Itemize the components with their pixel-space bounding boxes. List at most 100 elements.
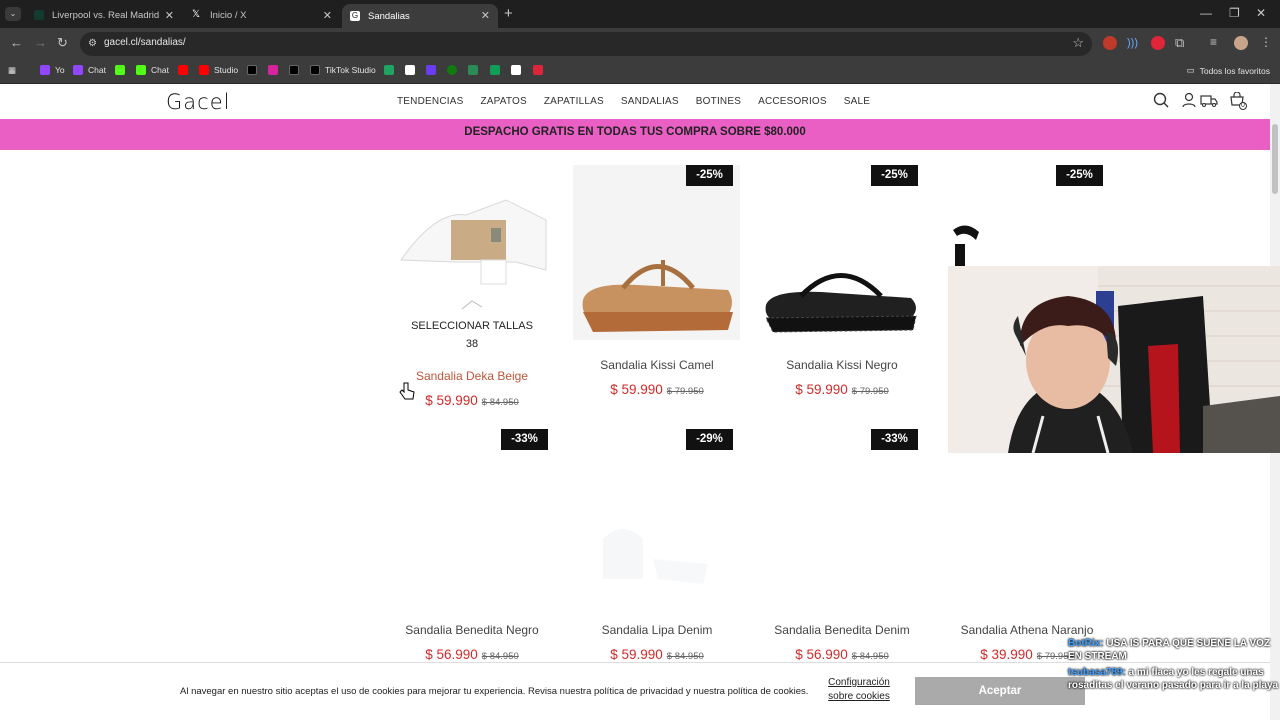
tab-liverpool[interactable]: Liverpool vs. Real Madrid | Disn ✕ <box>26 4 182 26</box>
bookmark-kick[interactable] <box>115 65 130 75</box>
product-card[interactable]: -33% <box>758 429 925 609</box>
browser-toolbar: ← → ↻ ⚙ gacel.cl/sandalias/ ☆ ))) ⧉ ≡ ⋮ <box>0 28 1280 60</box>
close-tab-icon[interactable]: ✕ <box>481 9 490 22</box>
price-current: $ 59.990 <box>610 647 663 662</box>
bookmark-instagram[interactable] <box>268 65 283 75</box>
nav-tendencias[interactable]: TENDENCIAS <box>397 96 463 107</box>
product-name[interactable]: Sandalia Kissi Negro <box>749 358 935 372</box>
bookmark-label: TikTok Studio <box>325 65 376 75</box>
tab-x[interactable]: 𝕏 Inicio / X ✕ <box>184 4 340 26</box>
bookmark-chat-twitch[interactable]: Chat <box>73 65 106 75</box>
address-bar[interactable]: ⚙ gacel.cl/sandalias/ ☆ <box>80 32 1092 56</box>
bookmark-chat-kick[interactable]: Chat <box>136 65 169 75</box>
nav-accesorios[interactable]: ACCESORIOS <box>758 96 827 107</box>
profile-avatar[interactable] <box>1234 36 1248 50</box>
discount-badge: -33% <box>501 429 548 450</box>
puzzle-icon[interactable]: ⧉ <box>1175 35 1189 50</box>
close-tab-icon[interactable]: ✕ <box>323 9 332 22</box>
record-extension-icon[interactable] <box>1151 36 1165 50</box>
cookie-settings-link[interactable]: Configuración sobre cookies <box>822 676 896 704</box>
nav-botines[interactable]: BOTINES <box>696 96 741 107</box>
new-tab-button[interactable]: + <box>504 6 513 21</box>
nav-zapatillas[interactable]: ZAPATILLAS <box>544 96 604 107</box>
nav-zapatos[interactable]: ZAPATOS <box>480 96 526 107</box>
extension-icon[interactable] <box>1103 36 1117 50</box>
bookmark-purple[interactable] <box>426 65 441 75</box>
site-info-icon[interactable]: ⚙ <box>88 38 100 50</box>
reload-icon[interactable]: ↻ <box>57 35 68 51</box>
product-name[interactable]: Sandalia Deka Beige <box>379 369 565 383</box>
tab-search-icon[interactable]: ⌄ <box>5 7 21 21</box>
tab-title: Inicio / X <box>210 9 247 21</box>
product-card[interactable]: -25% <box>943 165 1110 266</box>
scrollbar-thumb[interactable] <box>1272 124 1278 194</box>
product-price: $ 59.990 $ 79.950 <box>749 381 935 399</box>
user-icon[interactable] <box>1181 92 1197 112</box>
product-name[interactable]: Sandalia Kissi Camel <box>564 358 750 372</box>
nav-sandalias[interactable]: SANDALIAS <box>621 96 679 107</box>
bookmark-diamond[interactable] <box>405 65 420 75</box>
product-name[interactable]: Sandalia Lipa Denim <box>564 623 750 637</box>
restore-icon[interactable]: ❐ <box>1229 6 1240 20</box>
bookmark-sheets[interactable] <box>490 65 505 75</box>
bookmark-youtube[interactable] <box>178 65 193 75</box>
bookmark-xbox[interactable] <box>447 65 462 75</box>
cookie-text: Al navegar en nuestro sitio aceptas el u… <box>180 686 809 697</box>
price-current: $ 59.990 <box>610 382 663 397</box>
stream-chat-overlay: · · · · · · · · · · · · · · · · BotRix: … <box>1068 606 1280 692</box>
size-option[interactable]: 38 <box>386 338 558 350</box>
price-current: $ 39.990 <box>980 647 1033 662</box>
product-card[interactable]: -29% <box>573 429 740 609</box>
chat-line-faded: · · · · · · · · · · · · · · · · <box>1068 607 1163 618</box>
price-old: $ 84.950 <box>666 651 704 662</box>
bookmark-star-icon[interactable]: ☆ <box>1072 35 1084 51</box>
price-current: $ 56.990 <box>425 647 478 662</box>
bookmark-unity[interactable] <box>511 65 526 75</box>
price-current: $ 56.990 <box>795 647 848 662</box>
bookmark-red[interactable] <box>533 65 548 75</box>
cube-icon <box>511 65 521 75</box>
bookmark-tiktok[interactable] <box>289 65 304 75</box>
gacel-logo[interactable]: Gacel <box>166 90 230 114</box>
bookmark-yo[interactable]: Yo <box>40 65 65 75</box>
bookmark-x[interactable] <box>247 65 262 75</box>
select-size-button[interactable]: SELECCIONAR TALLAS <box>386 320 558 332</box>
bookmark-drive[interactable] <box>384 65 399 75</box>
xbox-icon <box>447 65 457 75</box>
tiktok-icon <box>289 65 299 75</box>
menu-icon[interactable]: ⋮ <box>1260 35 1274 49</box>
product-thumb[interactable] <box>460 299 484 311</box>
tab-sandalias[interactable]: G Sandalias ✕ <box>342 4 498 28</box>
accept-cookies-button[interactable]: Aceptar <box>915 677 1085 705</box>
price-old: $ 79.950 <box>666 386 704 397</box>
close-window-icon[interactable]: ✕ <box>1256 6 1266 20</box>
truck-icon[interactable] <box>1200 92 1218 112</box>
product-name[interactable]: Sandalia Benedita Denim <box>749 623 935 637</box>
cart-icon[interactable]: 0 <box>1229 91 1247 114</box>
close-tab-icon[interactable]: ✕ <box>165 9 174 22</box>
bookmark-label: Chat <box>88 65 106 75</box>
product-image-partial <box>953 225 979 266</box>
main-nav: TENDENCIAS ZAPATOS ZAPATILLAS SANDALIAS … <box>397 96 870 107</box>
bookmark-green[interactable] <box>468 65 483 75</box>
product-card[interactable]: -33% <box>388 429 555 609</box>
all-bookmarks-folder[interactable]: ▭ Todos los favoritos <box>1187 65 1270 76</box>
url-text[interactable]: gacel.cl/sandalias/ <box>104 37 186 48</box>
back-icon[interactable]: ← <box>10 35 23 51</box>
app-icon <box>468 65 478 75</box>
drive-icon <box>384 65 394 75</box>
bookmark-tiktok-studio[interactable]: TikTok Studio <box>310 65 376 75</box>
product-image-kissi-camel <box>582 260 733 332</box>
product-name[interactable]: Sandalia Benedita Negro <box>379 623 565 637</box>
search-icon[interactable] <box>1153 92 1169 112</box>
hand-cursor-icon <box>399 382 415 400</box>
twitch-icon <box>40 65 50 75</box>
audio-extension-icon[interactable]: ))) <box>1127 36 1141 50</box>
minimize-icon[interactable]: — <box>1200 6 1212 20</box>
bookmark-studio[interactable]: Studio <box>199 65 238 75</box>
nav-sale[interactable]: SALE <box>844 96 870 107</box>
forward-icon[interactable]: → <box>34 35 47 51</box>
bookmark-label: Chat <box>151 65 169 75</box>
media-control-icon[interactable]: ≡ <box>1210 35 1224 49</box>
apps-grid-icon[interactable]: ▦ <box>8 65 16 76</box>
